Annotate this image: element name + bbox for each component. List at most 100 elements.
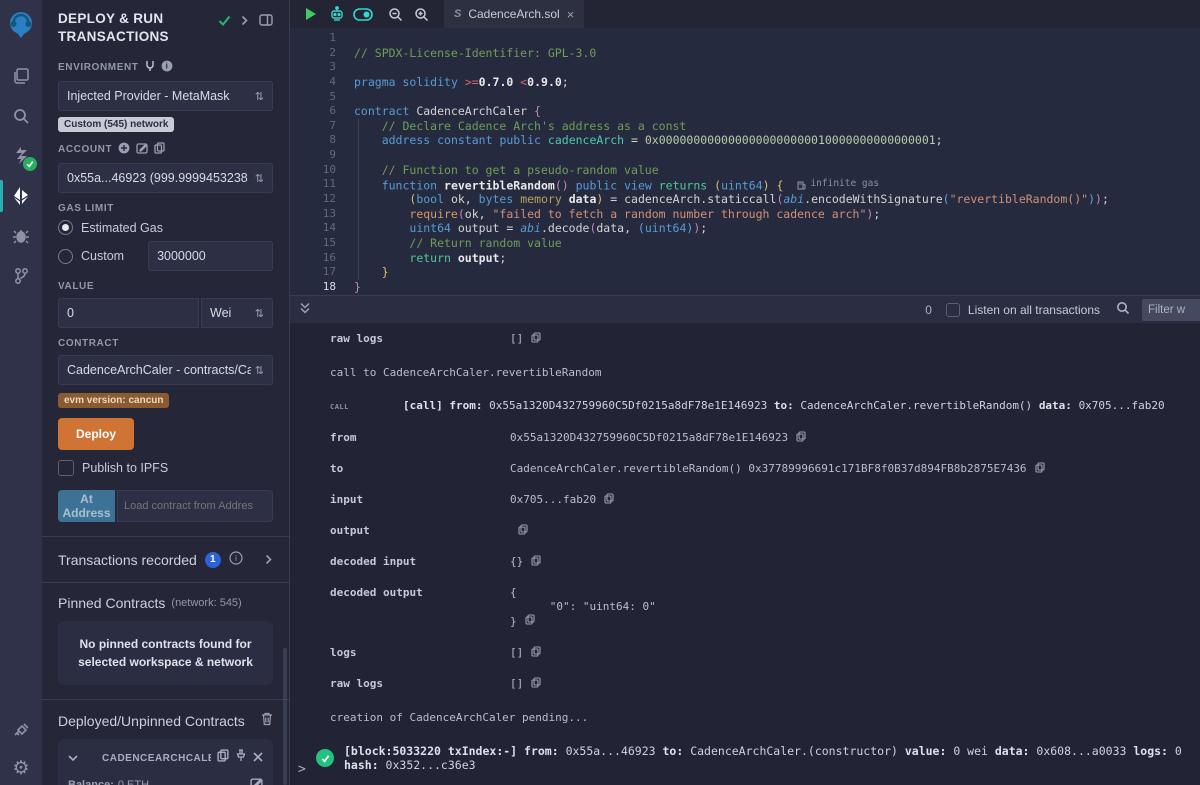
code-line-4[interactable]: 4pragma solidity >=0.7.0 <0.9.0; (290, 75, 1200, 90)
transactions-recorded-label: Transactions recorded (58, 552, 197, 568)
code-line-5[interactable]: 5 (290, 90, 1200, 105)
code-line-8[interactable]: 8 address constant public cadenceArch = … (290, 133, 1200, 148)
code-line-7[interactable]: 7 // Declare Cadence Arch's address as a… (290, 119, 1200, 134)
transactions-expand-icon[interactable] (265, 552, 273, 568)
publish-ipfs-checkbox[interactable]: Publish to IPFS (58, 460, 273, 476)
pinned-network-label: (network: 545) (171, 597, 241, 609)
tab-cadencearch-sol[interactable]: S CadenceArch.sol × (444, 0, 584, 28)
copy-icon[interactable] (531, 555, 541, 569)
environment-select[interactable]: Injected Provider - MetaMask⇅ (58, 81, 273, 111)
line-number: 3 (290, 60, 336, 75)
line-number: 13 (290, 207, 336, 222)
contract-select[interactable]: CadenceArchCaler - contracts/Cac⇅ (58, 355, 273, 385)
chevron-down-icon[interactable] (68, 749, 78, 767)
code-editor[interactable]: 12// SPDX-License-Identifier: GPL-3.034p… (290, 28, 1200, 295)
sidebar-item-settings[interactable]: ⚙ (0, 751, 42, 785)
pin-icon[interactable] (235, 749, 247, 767)
sidebar-item-plugin-manager[interactable] (0, 711, 42, 751)
copilot-toggle-icon[interactable] (350, 0, 376, 28)
line-number: 16 (290, 251, 336, 266)
edit-balance-icon[interactable] (250, 777, 263, 785)
code-line-3[interactable]: 3 (290, 60, 1200, 75)
copy-icon[interactable] (531, 646, 541, 660)
copy-address-icon[interactable] (217, 749, 229, 767)
sidebar-item-deploy-run[interactable] (0, 176, 42, 216)
at-address-button[interactable]: At Address (58, 490, 115, 522)
terminal-row-decoded-output: decoded output{ "0": "uint64: 0"} (330, 586, 1200, 629)
gas-limit-label: GAS LIMIT (58, 203, 114, 214)
value-unit-select[interactable]: Wei⇅ (201, 298, 273, 328)
terminal-prompt[interactable]: > (298, 762, 306, 777)
zoom-out-icon[interactable] (382, 0, 408, 28)
fork-state-icon[interactable] (145, 60, 155, 75)
terminal-filter-input[interactable] (1142, 299, 1200, 321)
listen-count: 0 (925, 303, 932, 317)
indent-guide (358, 119, 359, 280)
sidebar-item-file-explorer[interactable] (0, 56, 42, 96)
balance-label: Balance: (68, 779, 114, 785)
custom-gas-input[interactable]: 3000000 (148, 241, 273, 271)
terminal-search-icon[interactable] (1116, 301, 1130, 318)
code-line-16[interactable]: 16 return output; (290, 251, 1200, 266)
balance-value: 0 ETH (118, 779, 149, 785)
add-account-icon[interactable] (118, 142, 130, 157)
sign-message-icon[interactable] (136, 142, 148, 157)
copy-icon[interactable] (604, 493, 614, 507)
code-line-15[interactable]: 15 // Return random value (290, 236, 1200, 251)
copy-icon[interactable] (531, 332, 541, 346)
panel-pin-layout-icon[interactable] (259, 13, 273, 31)
code-line-1[interactable]: 1 (290, 31, 1200, 46)
code-line-13[interactable]: 13 require(ok, "failed to fetch a random… (290, 207, 1200, 222)
copy-account-icon[interactable] (154, 142, 165, 157)
copy-icon[interactable] (1035, 462, 1045, 476)
deploy-button[interactable]: Deploy (58, 418, 134, 450)
pinned-empty-message: No pinned contracts found for selected w… (58, 621, 273, 685)
code-line-2[interactable]: 2// SPDX-License-Identifier: GPL-3.0 (290, 46, 1200, 61)
code-line-12[interactable]: 12 (bool ok, bytes memory data) = cadenc… (290, 192, 1200, 207)
value-input[interactable]: 0 (58, 298, 199, 328)
copy-icon[interactable] (525, 614, 535, 629)
line-number: 6 (290, 104, 336, 119)
code-line-11[interactable]: 11 function revertibleRandom() public vi… (290, 177, 1200, 192)
value-label: VALUE (58, 281, 94, 292)
code-line-17[interactable]: 17 } (290, 265, 1200, 280)
code-line-9[interactable]: 9 (290, 148, 1200, 163)
transactions-info-icon[interactable]: i (229, 551, 243, 568)
infinite-gas-hint: infinite gas (797, 177, 879, 192)
custom-gas-radio[interactable] (58, 249, 73, 264)
close-contract-icon[interactable] (253, 749, 263, 767)
code-line-14[interactable]: 14 uint64 output = abi.decode(data, (uin… (290, 221, 1200, 236)
clear-deployed-icon[interactable] (261, 712, 273, 729)
svg-text:i: i (235, 554, 237, 563)
line-number: 5 (290, 90, 336, 105)
sidebar-item-debugger[interactable] (0, 216, 42, 256)
code-line-18[interactable]: 18} (290, 280, 1200, 295)
sidebar-item-search[interactable] (0, 96, 42, 136)
line-number: 17 (290, 265, 336, 280)
terminal-expand-icon[interactable] (300, 302, 310, 317)
chevron-updown-icon: ⇅ (255, 90, 264, 103)
at-address-input[interactable] (117, 490, 273, 522)
network-badge: Custom (545) network (58, 117, 174, 132)
sidebar-item-solidity-compiler[interactable] (0, 136, 42, 176)
run-script-icon[interactable] (298, 0, 324, 28)
code-line-10[interactable]: 10 // Function to get a pseudo-random va… (290, 163, 1200, 178)
zoom-in-icon[interactable] (408, 0, 434, 28)
copy-icon[interactable] (518, 524, 528, 538)
ai-assistant-icon[interactable] (324, 0, 350, 28)
copy-icon[interactable] (796, 431, 806, 445)
terminal[interactable]: raw logs[]call to CadenceArchCaler.rever… (290, 323, 1200, 785)
line-number: 14 (290, 221, 336, 236)
listen-checkbox[interactable] (946, 303, 960, 317)
code-line-6[interactable]: 6contract CadenceArchCaler { (290, 104, 1200, 119)
estimated-gas-radio[interactable]: Estimated Gas (58, 220, 273, 235)
panel-collapse-icon[interactable] (241, 13, 249, 31)
tab-close-icon[interactable]: × (567, 7, 575, 22)
remix-logo-icon[interactable] (4, 8, 38, 42)
copy-icon[interactable] (531, 677, 541, 691)
environment-info-icon[interactable]: i (161, 60, 173, 75)
sidebar-item-git[interactable] (0, 256, 42, 296)
compile-success-badge (23, 157, 37, 171)
account-select[interactable]: 0x55a...46923 (999.9999453238⇅ (58, 163, 273, 193)
panel-scrollbar[interactable] (283, 648, 287, 785)
